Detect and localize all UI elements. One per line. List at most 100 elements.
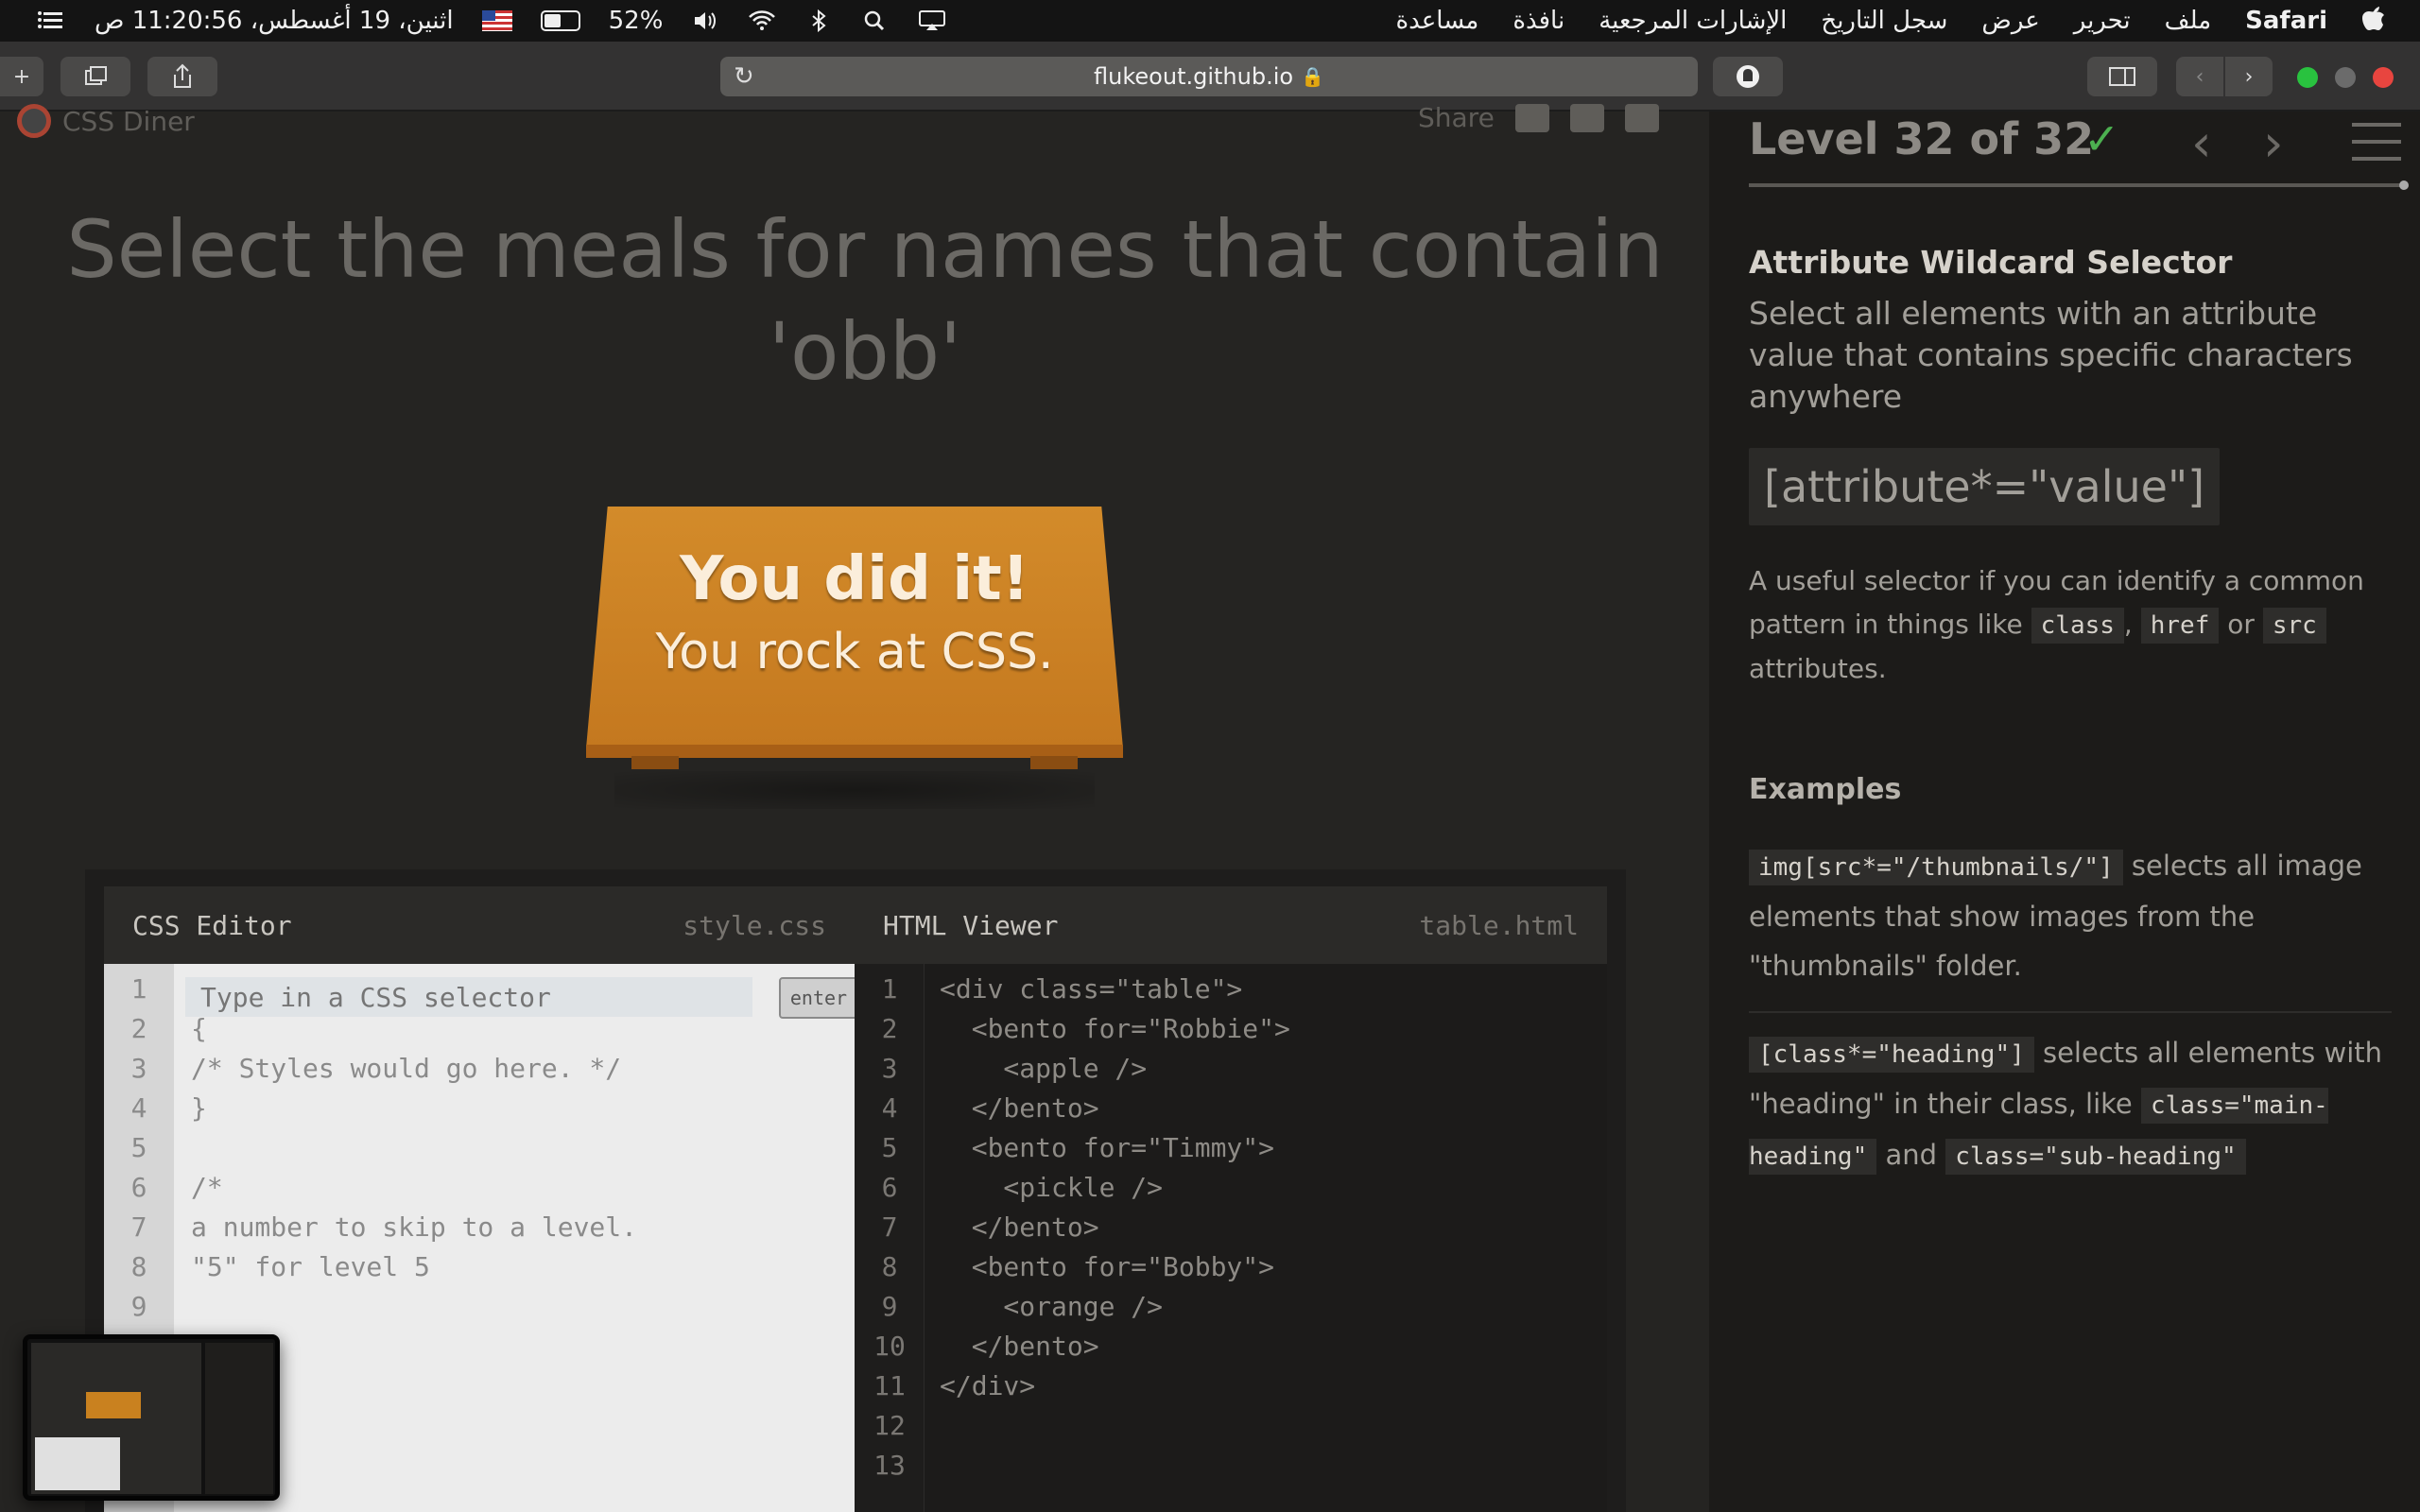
level-indicator: Level 32 of 32 (1749, 113, 2095, 164)
sidebar-toggle-button[interactable] (2087, 57, 2157, 96)
extension-button[interactable] (1713, 57, 1783, 96)
line-number: 2 (881, 1013, 898, 1044)
css-selector-input[interactable] (185, 977, 752, 1017)
order-heading: Select the meals for names that contain … (66, 203, 1664, 398)
line-number: 3 (130, 1053, 147, 1084)
enter-button[interactable]: enter (779, 977, 858, 1019)
menu-help[interactable]: مساعدة (1396, 7, 1479, 35)
code-tag: href (2140, 608, 2220, 644)
code-tag: class (2031, 608, 2124, 644)
control-center-icon[interactable] (38, 9, 66, 32)
table-leg (1030, 756, 1078, 769)
code-line: /* Styles would go here. */ (191, 1053, 622, 1084)
zoom-window-button[interactable] (2297, 67, 2318, 88)
logo[interactable]: CSS Diner (17, 104, 195, 138)
line-number: 1 (881, 973, 898, 1005)
reload-icon[interactable]: ↻ (734, 62, 754, 91)
menu-bar: اثنين، 19 أغسطس، 11:20:56 ص 52% Safari م… (0, 0, 2420, 42)
code-tag: class="sub-heading" (1945, 1139, 2246, 1175)
tab-overview-button[interactable] (60, 57, 130, 96)
spotlight-search-icon[interactable] (861, 9, 890, 32)
editor-container: CSS Editor style.css HTML Viewer table.h… (85, 869, 1626, 1512)
browser-toolbar: + ↻ flukeout.github.io 🔒 ‹ › (0, 42, 2420, 112)
code-line: </div> (940, 1370, 1036, 1401)
level-sidebar: Level 32 of 32 ✓ ‹ › Attribute Wildcard … (1709, 112, 2420, 1512)
menu-edit[interactable]: تحرير (2074, 7, 2131, 35)
menu-bookmarks[interactable]: الإشارات المرجعية (1599, 7, 1787, 35)
previous-level-button[interactable]: ‹ (2191, 113, 2212, 173)
minimize-window-button[interactable] (2335, 67, 2356, 88)
menu-view[interactable]: عرض (1981, 7, 2039, 35)
line-number: 3 (881, 1053, 898, 1084)
app-menu-safari[interactable]: Safari (2245, 7, 2327, 35)
code-line: { (191, 1013, 207, 1044)
battery-percent[interactable]: 52% (609, 7, 664, 35)
html-file-name: table.html (1419, 909, 1579, 941)
code-line: "5" for level 5 (191, 1251, 430, 1282)
lock-icon: 🔒 (1301, 65, 1324, 88)
chevron-right-icon: › (2244, 64, 2254, 89)
code-line: <bento for="Robbie"> (940, 1013, 1290, 1044)
line-number: 2 (130, 1013, 147, 1044)
twitter-icon[interactable] (1624, 103, 1659, 132)
selector-name: Attribute Wildcard Selector (1749, 244, 2233, 281)
close-window-button[interactable] (2373, 67, 2394, 88)
selector-description: Select all elements with an attribute va… (1749, 295, 2353, 415)
divider (1749, 1011, 2392, 1013)
code-line: </bento> (940, 1092, 1099, 1124)
code-line: </bento> (940, 1331, 1099, 1362)
line-number: 5 (130, 1132, 147, 1163)
selector-syntax: [attribute*="value"] (1749, 448, 2221, 525)
apple-menu-icon[interactable] (2361, 4, 2386, 39)
game-area: CSS Diner Share Select the meals for nam… (0, 102, 1709, 1512)
menu-history[interactable]: سجل التاريخ (1821, 7, 1947, 35)
code-line: <pickle /> (940, 1172, 1164, 1203)
line-number: 6 (130, 1172, 147, 1203)
share-button[interactable] (147, 57, 217, 96)
thumbnail-sidebar (205, 1343, 273, 1494)
logo-text: CSS Diner (62, 105, 195, 137)
thumbnail-table (86, 1392, 141, 1418)
sidebar-icon (2109, 67, 2135, 86)
tabs-icon (85, 66, 107, 85)
code-line: <orange /> (940, 1291, 1164, 1322)
example-text: and (1885, 1139, 1938, 1171)
menu-file[interactable]: ملف (2165, 7, 2211, 35)
line-number: 6 (881, 1172, 898, 1203)
email-icon[interactable] (1514, 103, 1549, 132)
menu-window[interactable]: نافذة (1512, 7, 1564, 35)
volume-icon[interactable] (691, 9, 719, 32)
code-line: <div class="table"> (940, 973, 1243, 1005)
line-number: 4 (130, 1092, 147, 1124)
plate-icon (17, 104, 51, 138)
selector-hint: A useful selector if you can identify a … (1749, 565, 2364, 684)
line-number: 11 (873, 1370, 906, 1401)
back-button[interactable]: ‹ (2176, 57, 2223, 96)
battery-icon[interactable] (540, 10, 580, 31)
bluetooth-icon[interactable] (804, 9, 833, 33)
example-2: [class*="heading"] selects all elements … (1749, 1028, 2392, 1181)
line-number: 7 (881, 1211, 898, 1243)
shield-icon (1737, 65, 1759, 88)
facebook-icon[interactable] (1569, 103, 1604, 132)
css-editor-header: CSS Editor style.css (104, 886, 855, 964)
forward-button[interactable]: › (2225, 57, 2273, 96)
airplay-icon[interactable] (918, 9, 946, 32)
clock[interactable]: اثنين، 19 أغسطس، 11:20:56 ص (95, 7, 454, 35)
table-leg (631, 756, 679, 769)
us-flag-icon[interactable] (481, 10, 512, 31)
screenshot-thumbnail[interactable] (23, 1334, 280, 1501)
next-level-button[interactable]: › (2263, 113, 2284, 173)
code-line: /* (191, 1172, 223, 1203)
html-viewer: 1 2 3 4 5 6 7 8 9 10 11 12 13 <div class="table"> <b… (855, 964, 1607, 1512)
level-menu-icon[interactable] (2352, 123, 2401, 163)
new-tab-button[interactable]: + (0, 57, 43, 96)
line-number: 7 (130, 1211, 147, 1243)
examples-heading: Examples (1749, 773, 1902, 806)
wifi-icon[interactable] (748, 9, 776, 32)
code-line: <bento for="Bobby"> (940, 1251, 1275, 1282)
code-line: a number to skip to a level. (191, 1211, 638, 1243)
address-bar[interactable]: ↻ flukeout.github.io 🔒 (720, 57, 1698, 96)
code-tag: src (2262, 608, 2326, 644)
css-file-name: style.css (683, 909, 826, 941)
